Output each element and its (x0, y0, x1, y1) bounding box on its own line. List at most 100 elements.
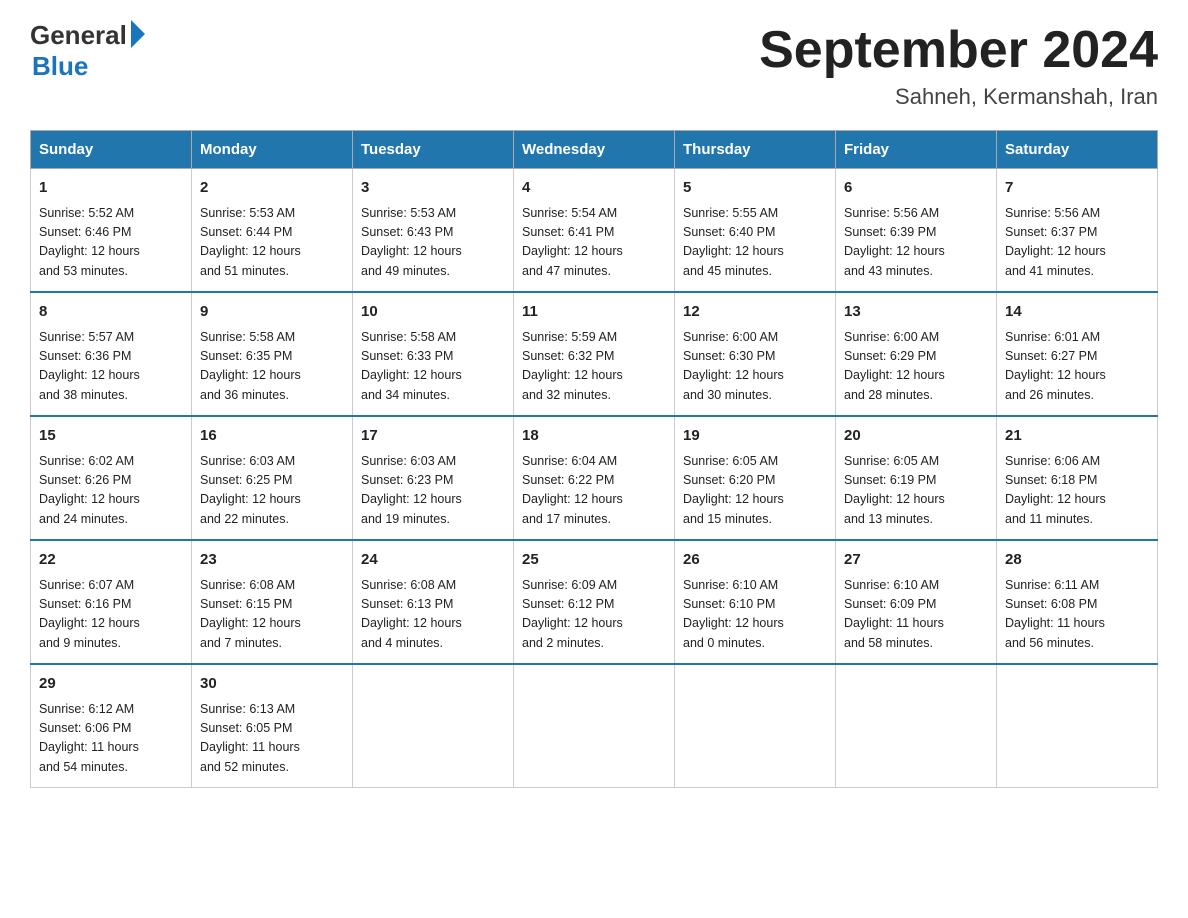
week-row-3: 15 Sunrise: 6:02 AMSunset: 6:26 PMDayligh… (31, 416, 1158, 540)
calendar-cell: 4 Sunrise: 5:54 AMSunset: 6:41 PMDaylight… (514, 169, 675, 293)
calendar-cell (997, 664, 1158, 788)
day-number: 9 (200, 301, 344, 324)
day-info: Sunrise: 6:08 AMSunset: 6:15 PMDaylight:… (200, 576, 344, 654)
day-number: 7 (1005, 177, 1149, 200)
calendar-cell: 17Sunrise: 6:03 AMSunset: 6:23 PMDayligh… (353, 416, 514, 540)
day-number: 13 (844, 301, 988, 324)
logo-general-text: General (30, 20, 127, 51)
header-saturday: Saturday (997, 131, 1158, 169)
calendar-cell (353, 664, 514, 788)
day-number: 5 (683, 177, 827, 200)
day-info: Sunrise: 6:09 AMSunset: 6:12 PMDaylight:… (522, 576, 666, 654)
calendar-cell: 25 Sunrise: 6:09 AMSunset: 6:12 PMDayligh… (514, 540, 675, 664)
calendar-cell: 9 Sunrise: 5:58 AMSunset: 6:35 PMDaylight… (192, 292, 353, 416)
day-number: 27 (844, 549, 988, 572)
day-info: Sunrise: 5:58 AMSunset: 6:35 PMDaylight:… (200, 328, 344, 406)
calendar-cell: 2 Sunrise: 5:53 AMSunset: 6:44 PMDaylight… (192, 169, 353, 293)
day-number: 29 (39, 673, 183, 696)
week-row-1: 1Sunrise: 5:52 AMSunset: 6:46 PMDaylight… (31, 169, 1158, 293)
day-info: Sunrise: 6:10 AMSunset: 6:10 PMDaylight:… (683, 576, 827, 654)
day-info: Sunrise: 6:05 AMSunset: 6:19 PMDaylight:… (844, 452, 988, 530)
day-info: Sunrise: 6:11 AMSunset: 6:08 PMDaylight:… (1005, 576, 1149, 654)
day-number: 14 (1005, 301, 1149, 324)
day-info: Sunrise: 6:03 AMSunset: 6:23 PMDaylight:… (361, 452, 505, 530)
day-number: 2 (200, 177, 344, 200)
calendar-cell: 10Sunrise: 5:58 AMSunset: 6:33 PMDayligh… (353, 292, 514, 416)
calendar-cell: 8 Sunrise: 5:57 AMSunset: 6:36 PMDaylight… (31, 292, 192, 416)
calendar-cell (514, 664, 675, 788)
day-info: Sunrise: 5:56 AMSunset: 6:37 PMDaylight:… (1005, 204, 1149, 282)
day-number: 4 (522, 177, 666, 200)
calendar-cell: 24 Sunrise: 6:08 AMSunset: 6:13 PMDayligh… (353, 540, 514, 664)
day-info: Sunrise: 6:13 AMSunset: 6:05 PMDaylight:… (200, 700, 344, 778)
day-number: 8 (39, 301, 183, 324)
day-info: Sunrise: 6:01 AMSunset: 6:27 PMDaylight:… (1005, 328, 1149, 406)
calendar-cell: 27 Sunrise: 6:10 AMSunset: 6:09 PMDayligh… (836, 540, 997, 664)
calendar-cell: 18Sunrise: 6:04 AMSunset: 6:22 PMDayligh… (514, 416, 675, 540)
calendar-cell: 20Sunrise: 6:05 AMSunset: 6:19 PMDayligh… (836, 416, 997, 540)
day-info: Sunrise: 6:03 AMSunset: 6:25 PMDaylight:… (200, 452, 344, 530)
day-number: 25 (522, 549, 666, 572)
day-info: Sunrise: 5:54 AMSunset: 6:41 PMDaylight:… (522, 204, 666, 282)
day-info: Sunrise: 6:00 AMSunset: 6:30 PMDaylight:… (683, 328, 827, 406)
calendar-cell: 6 Sunrise: 5:56 AMSunset: 6:39 PMDaylight… (836, 169, 997, 293)
day-number: 12 (683, 301, 827, 324)
calendar-cell: 7 Sunrise: 5:56 AMSunset: 6:37 PMDaylight… (997, 169, 1158, 293)
day-info: Sunrise: 5:53 AMSunset: 6:43 PMDaylight:… (361, 204, 505, 282)
header-monday: Monday (192, 131, 353, 169)
day-number: 23 (200, 549, 344, 572)
calendar-cell: 3 Sunrise: 5:53 AMSunset: 6:43 PMDaylight… (353, 169, 514, 293)
calendar-cell: 15 Sunrise: 6:02 AMSunset: 6:26 PMDayligh… (31, 416, 192, 540)
day-info: Sunrise: 5:53 AMSunset: 6:44 PMDaylight:… (200, 204, 344, 282)
header-thursday: Thursday (675, 131, 836, 169)
week-row-5: 29 Sunrise: 6:12 AMSunset: 6:06 PMDayligh… (31, 664, 1158, 788)
calendar-cell: 30 Sunrise: 6:13 AMSunset: 6:05 PMDayligh… (192, 664, 353, 788)
location-title: Sahneh, Kermanshah, Iran (759, 84, 1158, 110)
calendar-cell: 5Sunrise: 5:55 AMSunset: 6:40 PMDaylight… (675, 169, 836, 293)
header-sunday: Sunday (31, 131, 192, 169)
calendar-cell: 14 Sunrise: 6:01 AMSunset: 6:27 PMDayligh… (997, 292, 1158, 416)
day-info: Sunrise: 6:05 AMSunset: 6:20 PMDaylight:… (683, 452, 827, 530)
header-wednesday: Wednesday (514, 131, 675, 169)
logo-blue-text: Blue (32, 51, 88, 82)
day-info: Sunrise: 6:08 AMSunset: 6:13 PMDaylight:… (361, 576, 505, 654)
day-info: Sunrise: 5:59 AMSunset: 6:32 PMDaylight:… (522, 328, 666, 406)
day-info: Sunrise: 6:02 AMSunset: 6:26 PMDaylight:… (39, 452, 183, 530)
month-title: September 2024 (759, 20, 1158, 80)
header-tuesday: Tuesday (353, 131, 514, 169)
calendar-cell: 19Sunrise: 6:05 AMSunset: 6:20 PMDayligh… (675, 416, 836, 540)
day-number: 3 (361, 177, 505, 200)
header-friday: Friday (836, 131, 997, 169)
day-info: Sunrise: 6:12 AMSunset: 6:06 PMDaylight:… (39, 700, 183, 778)
day-number: 15 (39, 425, 183, 448)
day-info: Sunrise: 6:04 AMSunset: 6:22 PMDaylight:… (522, 452, 666, 530)
calendar-table: SundayMondayTuesdayWednesdayThursdayFrid… (30, 130, 1158, 788)
day-number: 28 (1005, 549, 1149, 572)
logo-arrow-icon (131, 20, 145, 48)
header-row: SundayMondayTuesdayWednesdayThursdayFrid… (31, 131, 1158, 169)
day-number: 30 (200, 673, 344, 696)
day-number: 26 (683, 549, 827, 572)
calendar-cell: 23 Sunrise: 6:08 AMSunset: 6:15 PMDayligh… (192, 540, 353, 664)
page-header: General Blue September 2024 Sahneh, Kerm… (30, 20, 1158, 110)
week-row-4: 22Sunrise: 6:07 AMSunset: 6:16 PMDayligh… (31, 540, 1158, 664)
title-area: September 2024 Sahneh, Kermanshah, Iran (759, 20, 1158, 110)
calendar-cell: 22Sunrise: 6:07 AMSunset: 6:16 PMDayligh… (31, 540, 192, 664)
calendar-cell (836, 664, 997, 788)
day-info: Sunrise: 5:57 AMSunset: 6:36 PMDaylight:… (39, 328, 183, 406)
day-info: Sunrise: 6:06 AMSunset: 6:18 PMDaylight:… (1005, 452, 1149, 530)
day-info: Sunrise: 5:56 AMSunset: 6:39 PMDaylight:… (844, 204, 988, 282)
day-number: 10 (361, 301, 505, 324)
day-number: 24 (361, 549, 505, 572)
day-number: 6 (844, 177, 988, 200)
day-number: 21 (1005, 425, 1149, 448)
day-info: Sunrise: 6:00 AMSunset: 6:29 PMDaylight:… (844, 328, 988, 406)
logo: General Blue (30, 20, 145, 82)
day-number: 1 (39, 177, 183, 200)
day-info: Sunrise: 6:10 AMSunset: 6:09 PMDaylight:… (844, 576, 988, 654)
calendar-cell: 11Sunrise: 5:59 AMSunset: 6:32 PMDayligh… (514, 292, 675, 416)
day-info: Sunrise: 6:07 AMSunset: 6:16 PMDaylight:… (39, 576, 183, 654)
calendar-cell: 29 Sunrise: 6:12 AMSunset: 6:06 PMDayligh… (31, 664, 192, 788)
calendar-cell: 16Sunrise: 6:03 AMSunset: 6:25 PMDayligh… (192, 416, 353, 540)
week-row-2: 8 Sunrise: 5:57 AMSunset: 6:36 PMDaylight… (31, 292, 1158, 416)
